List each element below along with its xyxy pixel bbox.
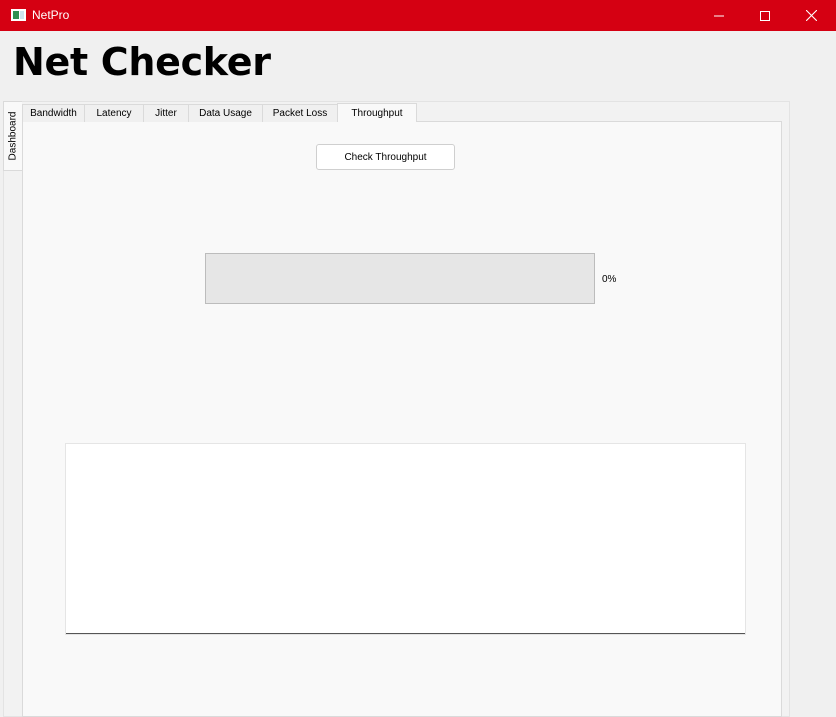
tab-packet-loss[interactable]: Packet Loss [262, 104, 338, 122]
close-icon [805, 10, 817, 21]
window-title: NetPro [32, 8, 70, 22]
progress-percent-label: 0% [602, 274, 617, 285]
tab-throughput[interactable]: Throughput [337, 103, 417, 122]
tab-bar: Bandwidth Latency Jitter Data Usage Pack… [22, 103, 417, 122]
side-tab-dashboard[interactable]: Dashboard [3, 101, 22, 171]
chart-x-axis [66, 633, 745, 634]
tab-bandwidth[interactable]: Bandwidth [22, 104, 85, 122]
close-button[interactable] [788, 0, 834, 31]
side-tab-label: Dashboard [7, 111, 19, 161]
maximize-button[interactable] [742, 0, 788, 31]
minimize-icon [714, 15, 724, 16]
tab-data-usage[interactable]: Data Usage [188, 104, 263, 122]
minimize-button[interactable] [696, 0, 742, 31]
tab-jitter[interactable]: Jitter [143, 104, 189, 122]
tab-latency[interactable]: Latency [84, 104, 144, 122]
maximize-icon [760, 10, 770, 21]
app-heading: Net Checker [13, 40, 271, 84]
throughput-chart-area [65, 443, 746, 635]
throughput-progress-bar [205, 253, 595, 304]
check-throughput-button[interactable]: Check Throughput [316, 144, 455, 170]
app-icon [11, 9, 26, 21]
title-bar: NetPro [0, 0, 836, 31]
